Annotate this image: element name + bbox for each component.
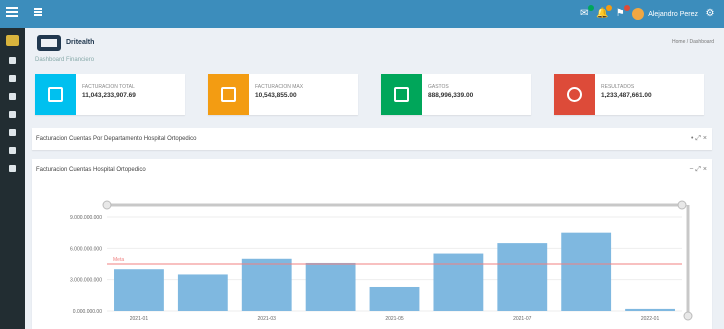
sidebar-logo [6,35,19,46]
sidebar-toggle-icon[interactable] [34,8,42,17]
sidebar-item-dashboard[interactable] [9,57,16,64]
chart-scrollbar-handle[interactable] [683,311,693,321]
x-tick-label: 2022-01 [641,316,660,322]
x-tick-label: 2021-05 [385,316,404,322]
breadcrumb-home[interactable]: Home [672,39,685,45]
billing-bar-chart: 0.000.000.00 3.000.000.000 6.000.000.000 9.… [70,200,693,322]
y-tick-label: 0.000.000.00 [73,309,102,315]
avatar [632,8,645,20]
department-billing-panel: Facturacion Cuentas Por Departamento Hos… [32,128,712,150]
y-tick-label: 9.000.000.000 [70,215,102,221]
sidebar-item-charts[interactable] [9,93,16,100]
info-box-max: FACTURACION MAX 10,543,855.00 [208,74,358,115]
bell-icon[interactable]: 🔔 [596,5,613,20]
sidebar-item-finance[interactable] [9,111,16,118]
info-box-gastos: GASTOS 888,996,339.00 [381,74,531,115]
mail-icon[interactable]: ✉ [578,5,595,20]
x-tick-label: 2021-07 [513,316,532,322]
sidebar-item-help[interactable] [9,165,16,172]
top-navbar: ✉ 🔔 ⚑ Alejandro Perez ⚙ [0,0,724,28]
sidebar [0,28,25,329]
bar-2021-05[interactable] [369,286,420,311]
range-slider-handle-left[interactable] [102,200,112,210]
range-slider-handle-right[interactable] [677,200,687,210]
bar-2021-08[interactable] [561,232,612,311]
info-box-total: FACTURACION TOTAL 11,043,233,907.69 [35,74,185,115]
info-box-label: RESULTADOS [601,84,635,90]
calendar-minus-icon [208,74,249,115]
download-icon [381,74,422,115]
gear-icon[interactable]: ⚙ [704,8,716,20]
hospital-billing-panel: Facturacion Cuentas Hospital Ortopedico … [32,159,712,329]
info-box-number: 10,543,855.00 [255,92,297,99]
bar-2022-01[interactable] [625,308,675,311]
logo [37,35,61,51]
breadcrumb: Home / Dashboard [672,39,714,45]
panel-tools[interactable]: • ⤢ × [691,135,707,143]
panel-title: Facturacion Cuentas Por Departamento Hos… [36,136,197,142]
info-box-number: 888,996,339.00 [428,92,474,99]
top-actions: ✉ 🔔 ⚑ Alejandro Perez ⚙ [578,4,716,24]
main-content: Dritealth Dashboard Financiero Home / Da… [25,28,724,329]
reference-line-label: Meta [113,257,124,263]
info-box-label: FACTURACION MAX [255,84,304,90]
target-icon [554,74,595,115]
bar-2021-02[interactable] [177,274,228,311]
bar-2021-04[interactable] [305,262,356,311]
sidebar-item-users[interactable] [9,129,16,136]
info-box-number: 11,043,233,907.69 [82,92,136,99]
flag-icon[interactable]: ⚑ [614,5,631,20]
calendar-icon [35,74,76,115]
user-name: Alejandro Perez [648,10,698,18]
x-tick-label: 2021-01 [130,316,149,322]
bar-2021-03[interactable] [241,258,292,311]
info-box-number: 1,233,487,661.00 [601,92,652,99]
sidebar-item-settings[interactable] [9,147,16,154]
x-tick-label: 2021-03 [258,316,277,322]
info-box-label: FACTURACION TOTAL [82,84,135,90]
info-box-resultados: RESULTADOS 1,233,487,661.00 [554,74,704,115]
brand-title: Dritealth [66,39,95,46]
bar-2021-07[interactable] [497,243,548,311]
info-box-label: GASTOS [428,84,449,90]
breadcrumb-current: Dashboard [689,39,714,45]
y-tick-label: 3.000.000.000 [70,278,102,284]
bar-2021-06[interactable] [433,253,484,311]
sidebar-item-reports[interactable] [9,75,16,82]
user-menu[interactable]: Alejandro Perez [632,8,698,20]
y-tick-label: 6.000.000.000 [70,246,102,252]
bar-2021-01[interactable] [114,269,164,311]
hamburger-menu-icon[interactable] [6,7,18,19]
page-subtitle: Dashboard Financiero [35,57,95,63]
